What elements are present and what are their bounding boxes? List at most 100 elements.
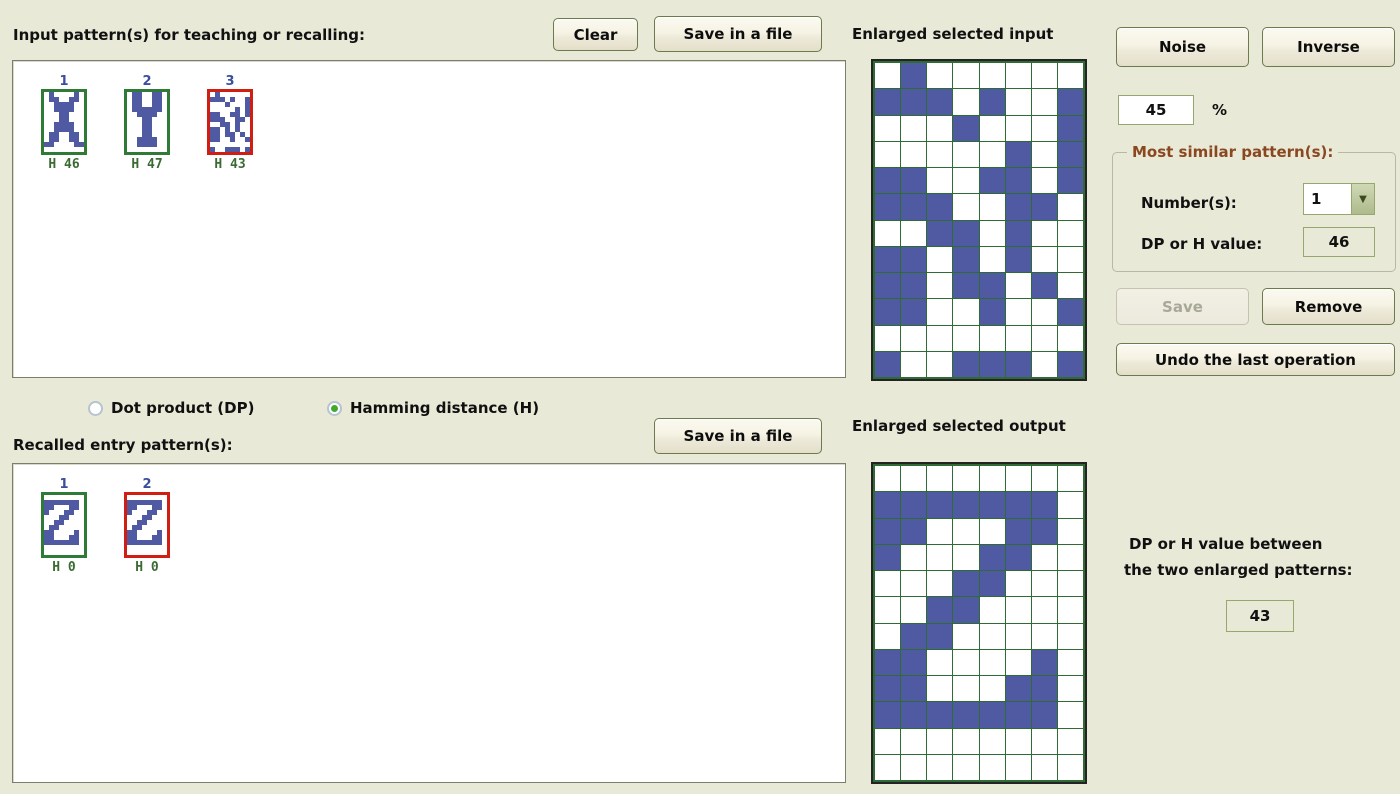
grid-cell[interactable] bbox=[979, 141, 1005, 167]
pattern-thumbnail[interactable]: 2 H 0 bbox=[112, 477, 182, 576]
grid-cell[interactable] bbox=[1031, 194, 1057, 220]
grid-cell[interactable] bbox=[927, 518, 953, 544]
grid-cell[interactable] bbox=[979, 544, 1005, 570]
grid-cell[interactable] bbox=[927, 325, 953, 351]
grid-cell[interactable] bbox=[1031, 623, 1057, 649]
grid-cell[interactable] bbox=[1005, 623, 1031, 649]
pattern-thumbnail-grid[interactable] bbox=[207, 89, 253, 155]
grid-cell[interactable] bbox=[953, 63, 979, 89]
grid-cell[interactable] bbox=[1005, 597, 1031, 623]
grid-cell[interactable] bbox=[979, 466, 1005, 492]
grid-cell[interactable] bbox=[1057, 63, 1083, 89]
grid-cell[interactable] bbox=[1005, 299, 1031, 325]
grid-cell[interactable] bbox=[901, 325, 927, 351]
grid-cell[interactable] bbox=[1005, 89, 1031, 115]
grid-cell[interactable] bbox=[901, 728, 927, 754]
grid-cell[interactable] bbox=[979, 518, 1005, 544]
grid-cell[interactable] bbox=[953, 649, 979, 675]
grid-cell[interactable] bbox=[875, 597, 901, 623]
input-patterns-panel[interactable]: 1 H 46 2 H 47 3 H 43 bbox=[12, 60, 846, 378]
grid-cell[interactable] bbox=[1057, 220, 1083, 246]
grid-cell[interactable] bbox=[901, 754, 927, 780]
grid-cell[interactable] bbox=[979, 623, 1005, 649]
grid-cell[interactable] bbox=[875, 492, 901, 518]
grid-cell[interactable] bbox=[979, 89, 1005, 115]
grid-cell[interactable] bbox=[1031, 754, 1057, 780]
grid-cell[interactable] bbox=[1031, 571, 1057, 597]
pattern-thumbnail[interactable]: 3 H 43 bbox=[195, 74, 265, 173]
grid-cell[interactable] bbox=[901, 544, 927, 570]
grid-cell[interactable] bbox=[979, 492, 1005, 518]
grid-cell[interactable] bbox=[901, 63, 927, 89]
pattern-thumbnail-grid[interactable] bbox=[124, 492, 170, 558]
grid-cell[interactable] bbox=[953, 702, 979, 728]
grid-cell[interactable] bbox=[979, 728, 1005, 754]
grid-cell[interactable] bbox=[1005, 168, 1031, 194]
grid-cell[interactable] bbox=[927, 273, 953, 299]
grid-cell[interactable] bbox=[901, 702, 927, 728]
grid-cell[interactable] bbox=[953, 544, 979, 570]
grid-cell[interactable] bbox=[1031, 115, 1057, 141]
grid-cell[interactable] bbox=[953, 466, 979, 492]
grid-cell[interactable] bbox=[875, 194, 901, 220]
grid-cell[interactable] bbox=[953, 194, 979, 220]
remove-pattern-button[interactable]: Remove bbox=[1262, 288, 1395, 325]
grid-cell[interactable] bbox=[901, 115, 927, 141]
grid-cell[interactable] bbox=[979, 754, 1005, 780]
grid-cell[interactable] bbox=[953, 246, 979, 272]
grid-cell[interactable] bbox=[875, 246, 901, 272]
grid-cell[interactable] bbox=[875, 728, 901, 754]
chevron-down-icon[interactable]: ▼ bbox=[1351, 184, 1374, 214]
grid-cell[interactable] bbox=[1031, 299, 1057, 325]
output-patterns-panel[interactable]: 1 H 0 2 H 0 bbox=[12, 463, 846, 783]
grid-cell[interactable] bbox=[901, 168, 927, 194]
grid-cell[interactable] bbox=[927, 492, 953, 518]
grid-cell[interactable] bbox=[953, 325, 979, 351]
grid-cell[interactable] bbox=[1057, 623, 1083, 649]
grid-cell[interactable] bbox=[927, 571, 953, 597]
grid-cell[interactable] bbox=[953, 115, 979, 141]
pattern-thumbnail[interactable]: 1 H 46 bbox=[29, 74, 99, 173]
grid-cell[interactable] bbox=[979, 702, 1005, 728]
grid-cell[interactable] bbox=[901, 220, 927, 246]
grid-cell[interactable] bbox=[1057, 676, 1083, 702]
grid-cell[interactable] bbox=[953, 351, 979, 377]
grid-cell[interactable] bbox=[1031, 168, 1057, 194]
grid-cell[interactable] bbox=[953, 492, 979, 518]
grid-cell[interactable] bbox=[1031, 351, 1057, 377]
grid-cell[interactable] bbox=[953, 141, 979, 167]
grid-cell[interactable] bbox=[927, 89, 953, 115]
grid-cell[interactable] bbox=[1057, 702, 1083, 728]
grid-cell[interactable] bbox=[927, 754, 953, 780]
grid-cell[interactable] bbox=[1005, 141, 1031, 167]
grid-cell[interactable] bbox=[1005, 518, 1031, 544]
grid-cell[interactable] bbox=[1057, 141, 1083, 167]
grid-cell[interactable] bbox=[1005, 220, 1031, 246]
pattern-thumbnail-grid[interactable] bbox=[41, 89, 87, 155]
grid-cell[interactable] bbox=[1057, 273, 1083, 299]
grid-cell[interactable] bbox=[927, 544, 953, 570]
grid-cell[interactable] bbox=[979, 220, 1005, 246]
pattern-thumbnail[interactable]: 2 H 47 bbox=[112, 74, 182, 173]
grid-cell[interactable] bbox=[927, 649, 953, 675]
grid-cell[interactable] bbox=[1031, 518, 1057, 544]
grid-cell[interactable] bbox=[953, 623, 979, 649]
grid-cell[interactable] bbox=[979, 676, 1005, 702]
grid-cell[interactable] bbox=[1031, 597, 1057, 623]
grid-cell[interactable] bbox=[1005, 325, 1031, 351]
grid-cell[interactable] bbox=[1057, 89, 1083, 115]
grid-cell[interactable] bbox=[1005, 676, 1031, 702]
grid-cell[interactable] bbox=[1005, 492, 1031, 518]
grid-cell[interactable] bbox=[927, 702, 953, 728]
grid-cell[interactable] bbox=[1031, 246, 1057, 272]
grid-cell[interactable] bbox=[901, 273, 927, 299]
grid-cell[interactable] bbox=[979, 273, 1005, 299]
noise-percent-input[interactable]: 45 bbox=[1118, 95, 1194, 125]
inverse-button[interactable]: Inverse bbox=[1262, 27, 1395, 67]
grid-cell[interactable] bbox=[927, 676, 953, 702]
pattern-thumbnail-grid[interactable] bbox=[124, 89, 170, 155]
grid-cell[interactable] bbox=[1031, 492, 1057, 518]
grid-cell[interactable] bbox=[901, 597, 927, 623]
grid-cell[interactable] bbox=[1005, 246, 1031, 272]
grid-cell[interactable] bbox=[875, 518, 901, 544]
